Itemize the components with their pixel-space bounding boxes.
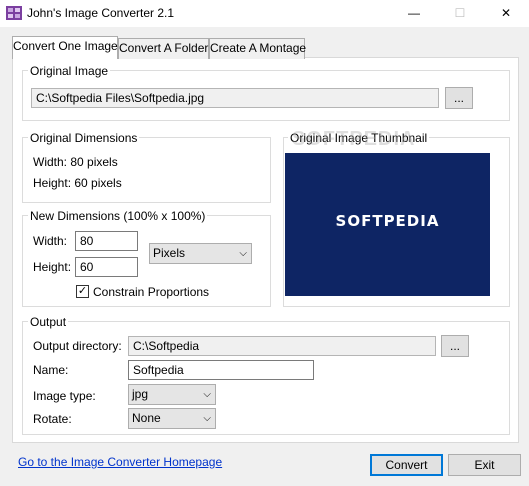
name-input[interactable]: Softpedia bbox=[128, 360, 314, 380]
new-height-label: Height: bbox=[33, 260, 72, 274]
browse-output-button[interactable]: ... bbox=[441, 335, 469, 357]
image-type-select[interactable]: jpg ⌵ bbox=[128, 384, 216, 405]
unit-select-value: Pixels bbox=[153, 246, 186, 260]
chevron-down-icon: ⌵ bbox=[203, 389, 211, 400]
original-dimensions-group-title: Original Dimensions bbox=[28, 131, 140, 145]
app-icon bbox=[6, 6, 22, 20]
window-title: John's Image Converter 2.1 bbox=[27, 6, 175, 20]
image-type-value: jpg bbox=[132, 387, 149, 401]
image-type-label: Image type: bbox=[33, 389, 96, 403]
original-dimensions-group bbox=[22, 137, 271, 203]
watermark-text: SOFTPEDIA bbox=[292, 128, 416, 150]
chevron-down-icon: ⌵ bbox=[203, 413, 211, 424]
original-image-group-title: Original Image bbox=[28, 64, 111, 78]
thumbnail-image-text: SOFTPEDIA bbox=[335, 212, 440, 230]
rotate-value: None bbox=[132, 411, 161, 425]
rotate-label: Rotate: bbox=[33, 412, 72, 426]
browse-image-button[interactable]: ... bbox=[445, 87, 473, 109]
constrain-proportions-checkbox[interactable]: ✓ bbox=[76, 285, 89, 298]
name-label: Name: bbox=[33, 363, 69, 377]
tab-create-a-montage[interactable]: Create A Montage bbox=[209, 38, 306, 59]
convert-button[interactable]: Convert bbox=[370, 454, 443, 476]
original-height-text: Height: 60 pixels bbox=[33, 176, 122, 190]
minimize-button[interactable]: — bbox=[391, 0, 437, 27]
chevron-down-icon: ⌵ bbox=[239, 248, 247, 259]
output-directory-label: Output directory: bbox=[33, 339, 122, 353]
original-width-text: Width: 80 pixels bbox=[33, 155, 118, 169]
maximize-button[interactable]: ☐ bbox=[437, 0, 483, 27]
homepage-link[interactable]: Go to the Image Converter Homepage bbox=[18, 455, 222, 469]
close-button[interactable]: ✕ bbox=[483, 0, 529, 27]
unit-select[interactable]: Pixels ⌵ bbox=[149, 243, 252, 264]
output-directory-field[interactable]: C:\Softpedia bbox=[128, 336, 436, 356]
tab-convert-a-folder[interactable]: Convert A Folder bbox=[118, 38, 209, 59]
rotate-select[interactable]: None ⌵ bbox=[128, 408, 216, 429]
new-height-input[interactable]: 60 bbox=[75, 257, 138, 277]
new-width-label: Width: bbox=[33, 234, 68, 248]
output-group-title: Output bbox=[28, 315, 69, 329]
new-width-input[interactable]: 80 bbox=[75, 231, 138, 251]
constrain-proportions-label[interactable]: Constrain Proportions bbox=[93, 285, 209, 299]
original-image-path-field[interactable]: C:\Softpedia Files\Softpedia.jpg bbox=[31, 88, 439, 108]
exit-button[interactable]: Exit bbox=[448, 454, 521, 476]
new-dimensions-group-title: New Dimensions (100% x 100%) bbox=[28, 209, 208, 223]
tab-convert-one-image[interactable]: Convert One Image bbox=[12, 36, 118, 59]
